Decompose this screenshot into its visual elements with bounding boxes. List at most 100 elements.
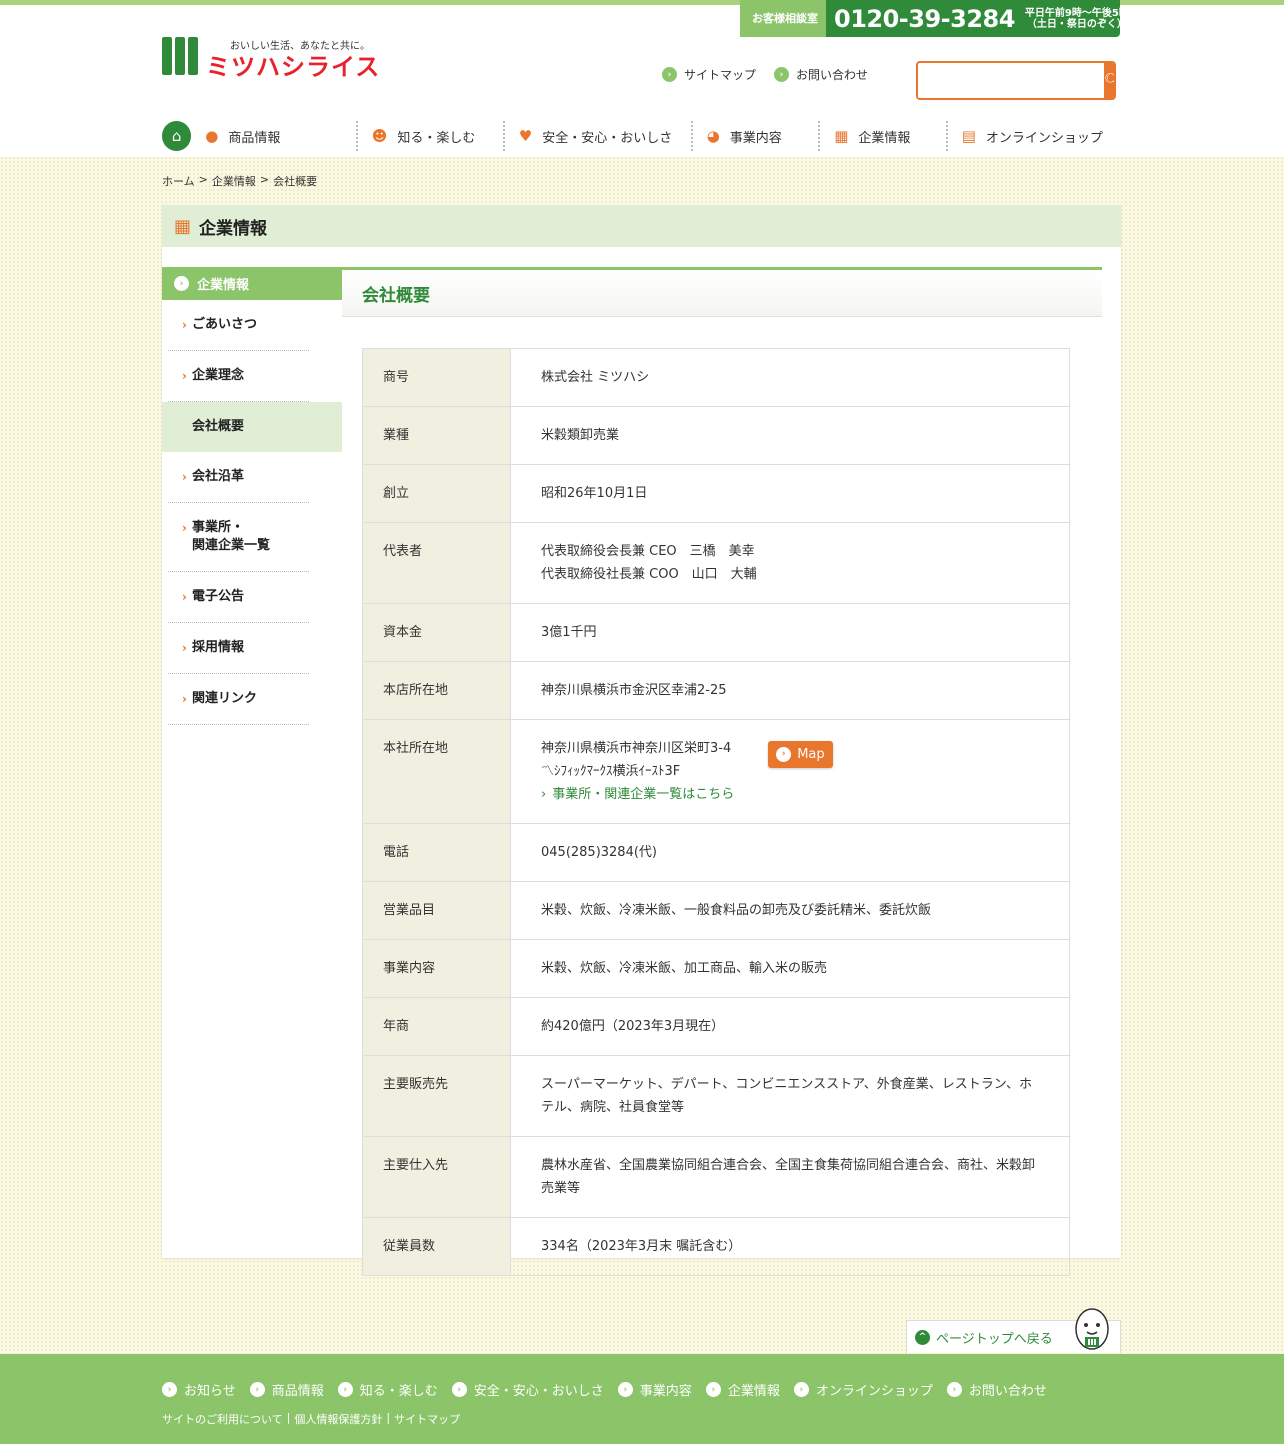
footer-sub-links: サイトのご利用について | 個人情報保護方針 | サイトマップ bbox=[162, 1411, 460, 1427]
page-title: 会社概要 bbox=[342, 267, 1102, 317]
phone-hours: 平日午前9時〜午後5時 （土日・祭日のぞく） bbox=[1024, 7, 1129, 30]
row-value: 3億1千円 bbox=[510, 603, 1070, 662]
sidebar-head[interactable]: › 企業情報 bbox=[162, 267, 342, 300]
phone-number[interactable]: 0120-39-3284 bbox=[834, 5, 1015, 33]
table-row: 本店所在地 神奈川県横浜市金沢区幸浦2-25 bbox=[362, 661, 1070, 720]
footer-separator: | bbox=[286, 1411, 291, 1424]
table-row: 本社所在地 神奈川県横浜市神奈川区栄町3-4 〽ｼﾌｨｯｸﾏｰｸｽ横浜ｲｰｽﾄ3F… bbox=[362, 719, 1070, 824]
search-icon: 🔍︎ bbox=[1104, 72, 1114, 89]
address-text: 神奈川県横浜市神奈川区栄町3-4 〽ｼﾌｨｯｸﾏｰｸｽ横浜ｲｰｽﾄ3F bbox=[541, 741, 732, 779]
company-info-table: 商号 株式会社 ミツハシ 業種 米穀類卸売業 創立 昭和26年10月1日 代表者 代表取締役会… bbox=[362, 348, 1070, 1276]
map-button[interactable]: › Map bbox=[768, 741, 833, 768]
footer-link[interactable]: › お問い合わせ bbox=[946, 1380, 1047, 1399]
breadcrumb: ホーム > 企業情報 > 会社概要 bbox=[162, 173, 317, 189]
nav-item-company[interactable]: ▦ 企業情報 bbox=[820, 121, 948, 151]
chevron-right-icon: › bbox=[662, 67, 677, 82]
table-row: 代表者 代表取締役会長兼 CEO 三橋 美幸 代表取締役社長兼 COO 山口 大輔 bbox=[362, 522, 1070, 604]
rice-mascot-icon bbox=[1075, 1308, 1109, 1350]
footer-link[interactable]: › 安全・安心・おいしさ bbox=[451, 1380, 604, 1399]
footer-privacy-link[interactable]: 個人情報保護方針 bbox=[294, 1411, 382, 1427]
sidebar-item-offices[interactable]: › 事業所・ 関連企業一覧 bbox=[168, 503, 309, 572]
nav-item-business[interactable]: ◕ 事業内容 bbox=[693, 121, 821, 151]
row-value: スーパーマーケット、デパート、コンビニエンスストア、外食産業、レストラン、ホテル… bbox=[510, 1055, 1070, 1137]
table-row: 電話 045(285)3284(代) bbox=[362, 823, 1070, 882]
site-logo[interactable]: おいしい生活、あなたと共に。 ミツハシライス bbox=[162, 35, 386, 81]
heart-icon: ♥ bbox=[518, 127, 533, 145]
chevron-right-icon: › bbox=[705, 1382, 721, 1397]
chevron-right-icon: › bbox=[182, 470, 187, 484]
section-header: ▦ 企業情報 bbox=[162, 205, 1121, 247]
sitemap-link[interactable]: › サイトマップ bbox=[662, 66, 756, 83]
search-box: 🔍︎ bbox=[916, 61, 1116, 100]
search-input[interactable] bbox=[918, 63, 1104, 98]
footer-terms-link[interactable]: サイトのご利用について bbox=[162, 1411, 283, 1427]
breadcrumb-separator: > bbox=[198, 173, 208, 186]
chevron-right-icon: › bbox=[946, 1382, 962, 1397]
sidebar-item-greeting[interactable]: › ごあいさつ bbox=[168, 300, 309, 351]
table-row: 商号 株式会社 ミツハシ bbox=[362, 348, 1070, 407]
chevron-right-icon: › bbox=[249, 1382, 265, 1397]
row-value: 代表取締役会長兼 CEO 三橋 美幸 代表取締役社長兼 COO 山口 大輔 bbox=[510, 522, 1070, 604]
cart-icon: ▤ bbox=[961, 127, 976, 145]
footer-link[interactable]: › お知らせ bbox=[162, 1380, 236, 1399]
sidebar-item-history[interactable]: › 会社沿革 bbox=[168, 452, 309, 503]
utility-links: › サイトマップ › お問い合わせ bbox=[662, 66, 868, 83]
sidebar-item-recruit[interactable]: › 採用情報 bbox=[168, 623, 309, 674]
footer-link[interactable]: › 知る・楽しむ bbox=[337, 1380, 438, 1399]
row-value: 株式会社 ミツハシ bbox=[510, 348, 1070, 407]
home-icon: ⌂ bbox=[171, 127, 182, 145]
sidebar-item-overview[interactable]: 会社概要 bbox=[162, 402, 342, 452]
row-value: 米穀類卸売業 bbox=[510, 406, 1070, 465]
nav-item-products[interactable]: ● 商品情報 bbox=[191, 121, 358, 151]
footer-sitemap-link[interactable]: サイトマップ bbox=[394, 1411, 460, 1427]
sidebar-item-links[interactable]: › 関連リンク bbox=[168, 674, 309, 725]
nav-item-shop[interactable]: ▤ オンラインショップ bbox=[948, 121, 1120, 151]
chevron-right-icon: › bbox=[541, 787, 547, 802]
row-label: 主要仕入先 bbox=[362, 1136, 511, 1218]
row-label: 本社所在地 bbox=[362, 719, 511, 824]
footer-link[interactable]: › 商品情報 bbox=[249, 1380, 324, 1399]
row-label: 従業員数 bbox=[362, 1217, 511, 1276]
row-label: 電話 bbox=[362, 823, 511, 882]
page-top-button[interactable]: ^ ページトップへ戻る bbox=[906, 1308, 1121, 1353]
nav-item-learn[interactable]: ☻ 知る・楽しむ bbox=[358, 121, 505, 151]
row-value: 045(285)3284(代) bbox=[510, 823, 1070, 882]
contact-link[interactable]: › お問い合わせ bbox=[774, 66, 868, 83]
breadcrumb-home[interactable]: ホーム bbox=[162, 173, 195, 189]
row-value: 334名（2023年3月末 嘱託含む） bbox=[510, 1217, 1070, 1276]
home-button[interactable]: ⌂ bbox=[162, 121, 192, 151]
building-icon: ▦ bbox=[834, 127, 849, 145]
chevron-right-icon: › bbox=[162, 1382, 177, 1397]
row-label: 資本金 bbox=[362, 603, 511, 662]
row-value: 昭和26年10月1日 bbox=[510, 464, 1070, 523]
sidebar: › 企業情報 › ごあいさつ › 企業理念 会社概要 › 会社沿革 › 事業所・ 関連企業… bbox=[162, 267, 342, 725]
row-value: 神奈川県横浜市金沢区幸浦2-25 bbox=[510, 661, 1070, 720]
chevron-right-icon: › bbox=[617, 1382, 633, 1397]
table-row: 創立 昭和26年10月1日 bbox=[362, 464, 1070, 523]
breadcrumb-company[interactable]: 企業情報 bbox=[212, 173, 256, 189]
offices-link[interactable]: › 事業所・関連企業一覧はこちら bbox=[541, 783, 734, 806]
section-title: 企業情報 bbox=[199, 218, 268, 239]
rice-drop-icon: ● bbox=[205, 127, 219, 145]
footer-link[interactable]: › 事業内容 bbox=[617, 1380, 692, 1399]
chevron-right-icon: › bbox=[182, 692, 187, 706]
nav-item-safety[interactable]: ♥ 安全・安心・おいしさ bbox=[505, 121, 693, 151]
sidebar-item-philosophy[interactable]: › 企業理念 bbox=[168, 351, 309, 402]
footer-link[interactable]: › 企業情報 bbox=[705, 1380, 780, 1399]
row-label: 業種 bbox=[362, 406, 511, 465]
bowl-icon: ◕ bbox=[706, 127, 720, 145]
chevron-right-icon: › bbox=[774, 67, 790, 82]
breadcrumb-current: 会社概要 bbox=[273, 175, 318, 188]
content-panel: ▦ 企業情報 › 企業情報 › ごあいさつ › 企業理念 会社概要 › 会社沿革 › 事業… bbox=[162, 205, 1121, 1276]
search-button[interactable]: 🔍︎ bbox=[1104, 63, 1114, 98]
table-row: 従業員数 334名（2023年3月末 嘱託含む） bbox=[362, 1217, 1070, 1276]
chevron-right-icon: › bbox=[182, 521, 187, 535]
table-row: 年商 約420億円（2023年3月現在） bbox=[362, 997, 1070, 1056]
logo-name: ミツハシライス bbox=[206, 53, 381, 81]
row-value: 米穀、炊飯、冷凍米飯、加工商品、輸入米の販売 bbox=[510, 939, 1070, 998]
footer-link[interactable]: › オンラインショップ bbox=[793, 1380, 933, 1399]
chevron-right-icon: › bbox=[182, 369, 187, 383]
row-label: 営業品目 bbox=[362, 881, 511, 940]
row-value: 米穀、炊飯、冷凍米飯、一般食料品の卸売及び委託精米、委託炊飯 bbox=[510, 881, 1070, 940]
sidebar-item-public-notice[interactable]: › 電子公告 bbox=[168, 572, 309, 623]
